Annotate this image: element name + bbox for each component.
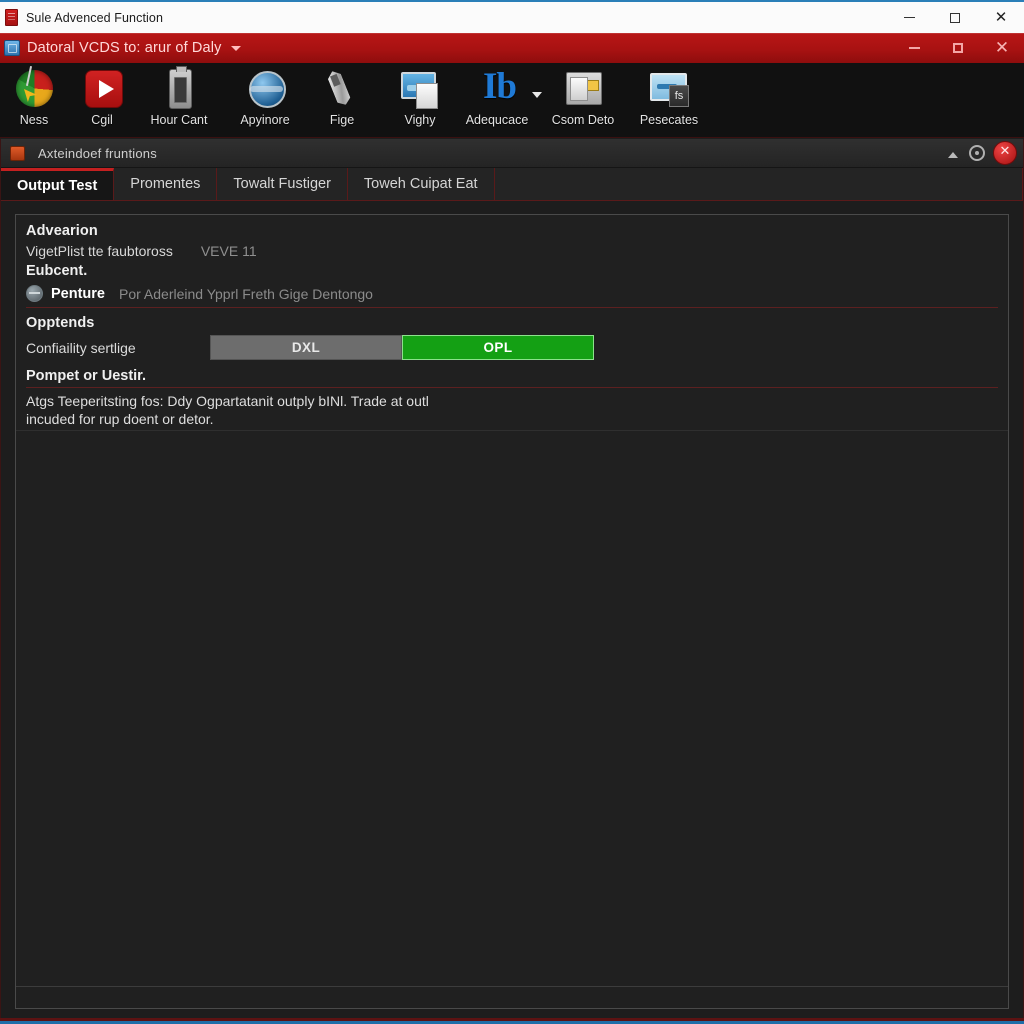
outer-minimize-button[interactable] [886,1,932,34]
toolbar-label: Ness [19,113,49,127]
panel-body: Advearion VigetPlist tte faubtoross VEVE… [16,215,1008,428]
app-window-controls: ✕ [892,33,1024,63]
outer-titlebar: Sule Advenced Function ✕ [0,0,1024,33]
play-icon [80,68,124,110]
maximize-icon [953,43,963,53]
section-title: Advearion [26,223,98,239]
toggle-label: Confiaility sertlige [26,339,136,356]
toolbar-label: Fige [329,113,355,127]
folder-data-icon [561,68,605,110]
feature-row[interactable]: Penture Por Aderleind Ypprl Freth Gige D… [26,281,998,308]
ib-glyph: Ib [483,66,517,107]
toolbar-label: Csom Deto [551,113,615,127]
toolbar-button-apyinore[interactable]: Apyinore [222,66,308,138]
device-icon [157,66,201,110]
gear-icon[interactable] [969,145,985,161]
minimize-icon [903,17,915,18]
tab-toweh-cuipat-eat[interactable]: Toweh Cuipat Eat [348,168,495,200]
toolbar-label: Cgil [91,113,113,127]
pen-icon [320,68,364,110]
inner-window-title: Axteindoef fruntions [38,145,157,161]
toolbar-label: Adequcace [465,113,529,127]
app-close-button[interactable]: ✕ [980,33,1024,63]
tab-output-test[interactable]: Output Test [1,168,115,200]
outer-close-button[interactable]: ✕ [978,1,1024,34]
inner-window-titlebar: Axteindoef fruntions ✕ [1,139,1023,168]
extended-functions-window: Axteindoef fruntions ✕ Output Test Prome… [0,139,1024,1024]
chevron-up-icon[interactable] [944,144,962,162]
close-icon: ✕ [994,37,1010,58]
toolbar-button-ness[interactable]: Ness [0,66,68,138]
minimize-icon [908,47,920,49]
module-icon [26,285,43,302]
options-title: Opptends [26,315,95,331]
app-red-icon [5,9,18,26]
toggle-group: DXL OPL [210,335,594,360]
panel-status-divider [16,986,1008,987]
toolbar-label: Pesecates [639,113,699,127]
inner-close-button[interactable]: ✕ [993,141,1017,165]
app-titlebar: Datoral VCDS to: arur of Daly ✕ [0,33,1024,63]
tab-towalt-fustiger[interactable]: Towalt Fustiger [217,168,348,200]
outer-maximize-button[interactable] [932,1,978,34]
vcds-blue-icon [4,40,20,56]
info-field-row: VigetPlist tte faubtoross VEVE 11 [26,243,998,259]
main-toolbar: Ness Cgil Hour Cant Apyinore Fige Vighy [0,63,1024,138]
app-title: Datoral VCDS to: arur of Daly [27,40,222,56]
pie-chart-icon [12,68,56,110]
toolbar-button-csom-deto[interactable]: Csom Deto [540,66,626,138]
app-minimize-button[interactable] [892,33,936,63]
ib-label-icon: Ib [475,68,519,110]
app-maximize-button[interactable] [936,33,980,63]
feature-description: Por Aderleind Ypprl Freth Gige Dentongo [119,285,373,302]
tab-bar-filler [495,168,1023,200]
toggle-row: Confiaility sertlige DXL OPL [26,335,998,360]
feature-name: Penture [51,285,105,302]
note-body: Atgs Teeperitsting fos: Ddy Ogpartatanit… [26,393,429,427]
toolbar-label: Apyinore [240,113,290,127]
maximize-icon [950,12,960,23]
inner-window-controls: ✕ [944,141,1023,165]
toolbar-button-hour-cant[interactable]: Hour Cant [136,66,222,138]
toolbar-button-cgil[interactable]: Cgil [68,66,136,138]
toolbar-button-pesecates[interactable]: fs Pesecates [626,66,712,138]
chevron-down-icon[interactable] [230,45,241,51]
tab-promentes[interactable]: Promentes [114,168,218,200]
close-icon: ✕ [994,8,1008,26]
orange-square-icon [10,145,25,161]
outer-window-controls: ✕ [886,1,1024,34]
info-field-value: VEVE 11 [200,243,257,259]
note-title: Pompet or Uestir. [26,368,998,388]
toolbar-label: Vighy [404,113,436,127]
toolbar-button-fige[interactable]: Fige [308,66,376,138]
globe-sync-icon [243,68,287,110]
toolbar-button-vighy[interactable]: Vighy [386,66,454,138]
application-window: Sule Advenced Function ✕ Datoral VCDS to… [0,0,1024,1024]
toggle-on-button[interactable]: OPL [402,335,594,360]
content-divider [16,430,1008,431]
toolbar-label: Hour Cant [150,113,208,127]
presets-badge: fs [669,85,689,107]
toolbar-button-adequcace[interactable]: Ib Adequcace [454,66,542,138]
info-field-label: VigetPlist tte faubtoross [26,243,173,259]
presets-icon: fs [647,68,691,110]
outer-window-title: Sule Advenced Function [26,10,164,25]
toggle-off-button[interactable]: DXL [210,335,402,360]
tab-bar: Output Test Promentes Towalt Fustiger To… [1,168,1023,201]
output-test-panel: Advearion VigetPlist tte faubtoross VEVE… [15,214,1009,1009]
subsection-title: Eubcent. [26,263,88,279]
monitor-page-icon [398,68,442,110]
